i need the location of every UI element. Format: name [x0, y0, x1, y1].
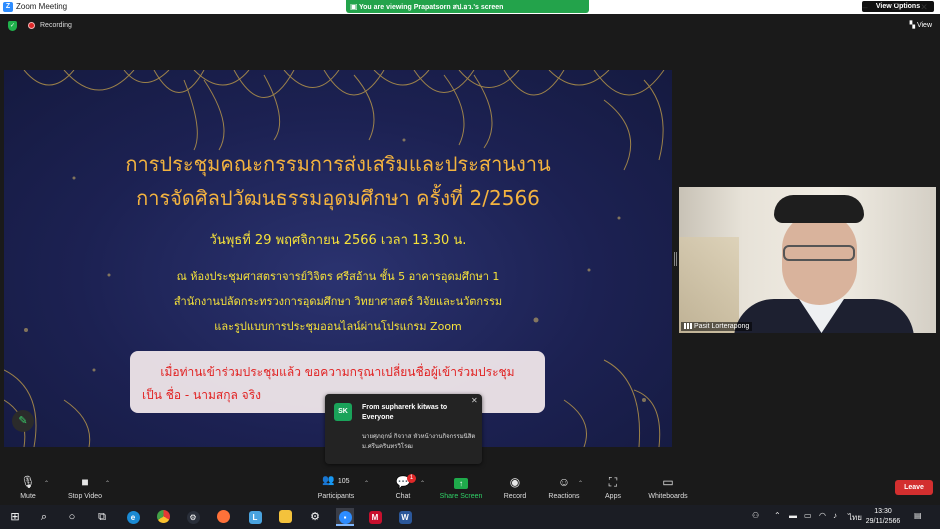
zoom-logo-icon: Z	[3, 2, 13, 12]
chrome-browser-icon[interactable]	[154, 508, 172, 526]
language-indicator[interactable]: ไทย	[848, 511, 862, 524]
word-app-icon[interactable]: W	[396, 508, 414, 526]
video-background-shelf	[679, 237, 739, 333]
slide-title-line1: การประชุมคณะกรรมการส่งเสริมและประสานงาน	[125, 152, 551, 176]
minimize-button[interactable]: –	[855, 1, 875, 13]
apps-button[interactable]: ⛶ Apps	[600, 470, 626, 504]
security-shield-icon[interactable]: ✓	[8, 21, 17, 31]
tray-overflow-chevron-icon[interactable]: ⌃	[774, 511, 781, 520]
network-icon[interactable]: ▭	[804, 511, 812, 520]
slide-place-line2: สำนักงานปลัดกระทรวงการอุดมศึกษา วิทยาศาส…	[173, 295, 503, 308]
chat-notification[interactable]: SK From supharerk kitwas to Everyone นาย…	[325, 394, 482, 464]
taskbar-clock[interactable]: 13:30 29/11/2566	[862, 507, 904, 527]
record-label: Record	[503, 493, 527, 500]
stop-video-button[interactable]: ■ Stop Video	[62, 470, 108, 504]
reactions-button[interactable]: ☺ Reactions	[545, 470, 583, 504]
slide-place-line3: และรูปแบบการประชุมออนไลน์ผ่านโปรแกรม Zoo…	[214, 320, 462, 333]
view-button[interactable]: ▚ View	[910, 21, 932, 29]
chat-options-caret-icon[interactable]: ⌃	[420, 480, 425, 487]
meeting-status-bar: ✓ Recording ▚ View	[0, 14, 940, 38]
reactions-label: Reactions	[548, 493, 580, 500]
mute-label: Mute	[20, 493, 36, 500]
slide-notice-line1: เมื่อท่านเข้าร่วมประชุมแล้ว ขอความกรุณาเ…	[160, 365, 515, 379]
line-app-icon[interactable]: L	[246, 508, 264, 526]
zoom-taskbar-icon[interactable]: ▪	[336, 508, 354, 526]
participants-label: Participants	[317, 493, 355, 500]
view-grid-icon: ▚	[909, 22, 917, 29]
shared-screen: การประชุมคณะกรรมการส่งเสริมและประสานงาน …	[4, 70, 672, 447]
whiteboards-button[interactable]: ▭ Whiteboards	[644, 470, 692, 504]
meeting-toolbar: 🎙 Mute ⌃ ■ Stop Video ⌃ 👥 105 Participant…	[0, 470, 940, 504]
video-camera-icon: ■	[81, 475, 89, 489]
microphone-icon: 🎙	[20, 475, 36, 489]
firefox-browser-icon[interactable]	[214, 508, 232, 526]
video-options-caret-icon[interactable]: ⌃	[105, 480, 110, 487]
maximize-button[interactable]: ❐	[886, 1, 906, 13]
steam-icon[interactable]: ⚙	[184, 508, 202, 526]
slide-place-line1: ณ ห้องประชุมศาสตราจารย์วิจิตร ศรีสอ้าน ช…	[176, 270, 500, 283]
windows-start-icon[interactable]: ⊞	[6, 508, 24, 526]
participant-video[interactable]: Pasit Lorterapong	[679, 187, 936, 333]
slide-title-line2: การจัดศิลปวัฒนธรรมอุดมศึกษา ครั้งที่ 2/2…	[136, 186, 540, 210]
edge-browser-icon[interactable]: e	[124, 508, 142, 526]
signal-bars-icon	[684, 323, 692, 330]
mute-button[interactable]: 🎙 Mute	[12, 470, 44, 504]
reactions-options-caret-icon[interactable]: ⌃	[578, 480, 583, 487]
share-screen-label: Share Screen	[439, 493, 483, 500]
notifications-icon[interactable]: ▤	[914, 511, 922, 520]
task-view-icon[interactable]: ⧉	[93, 508, 111, 526]
screen-share-banner: ▣ You are viewing Prapatsorn สป.อว.'s sc…	[346, 0, 934, 13]
whiteboard-icon: ▭	[662, 475, 674, 489]
apps-icon: ⛶	[608, 475, 618, 489]
record-button[interactable]: ◉ Record	[500, 470, 530, 504]
clock-date: 29/11/2566	[865, 518, 901, 525]
slide-notice-line2: เป็น ชื่อ - นามสกุล จริง	[142, 388, 261, 402]
record-icon: ◉	[509, 475, 521, 489]
participants-count: 105	[337, 478, 350, 485]
share-screen-icon: ↑	[454, 478, 468, 489]
share-screen-button[interactable]: ↑ Share Screen	[436, 470, 486, 504]
close-icon[interactable]: ✕	[471, 396, 478, 405]
participant-hair	[774, 195, 864, 223]
slide-date-line: วันพุธที่ 29 พฤศจิกายน 2566 เวลา 13.30 น…	[209, 233, 467, 248]
people-icon[interactable]: ⚇	[752, 511, 759, 520]
chat-message-text: นายศุภฤกษ์ กิจวาส หัวหน้างานกิจกรรมนิสิต…	[362, 433, 476, 450]
chat-sender-avatar: SK	[334, 403, 352, 421]
participant-name-tag: Pasit Lorterapong	[681, 322, 753, 331]
view-label: View	[916, 22, 932, 29]
screen-share-icon: ▣	[350, 2, 358, 11]
participants-button[interactable]: 👥 105 Participants	[313, 470, 359, 504]
settings-gear-icon[interactable]: ⚙	[306, 508, 324, 526]
window-title-bar: Z Zoom Meeting ▣ You are viewing Prapats…	[0, 0, 940, 14]
volume-icon[interactable]: ♪	[833, 511, 837, 520]
recording-icon	[28, 22, 35, 29]
window-title: Zoom Meeting	[16, 2, 68, 11]
chat-label: Chat	[395, 493, 411, 500]
apps-label: Apps	[605, 493, 621, 500]
windows-taskbar: ⊞ ⌕ ○ ⧉ e ⚙ L ⚙ ▪ M W ⚇ ⌃ ▬ ▭ ◠ ♪ ไทย 13…	[0, 505, 940, 529]
close-button[interactable]: ✕	[914, 1, 934, 13]
audio-options-caret-icon[interactable]: ⌃	[44, 480, 49, 487]
clock-time: 13:30	[874, 508, 892, 515]
participants-icon: 👥 105	[322, 475, 350, 486]
participant-name: Pasit Lorterapong	[694, 323, 750, 330]
leave-button[interactable]: Leave	[895, 480, 933, 495]
chat-unread-badge: 1	[407, 474, 416, 483]
recording-label: Recording	[40, 22, 72, 29]
participants-options-caret-icon[interactable]: ⌃	[364, 480, 369, 487]
mcafee-shield-icon[interactable]: M	[366, 508, 384, 526]
participant-glasses	[783, 245, 855, 261]
cortana-icon[interactable]: ○	[63, 508, 81, 526]
wifi-icon[interactable]: ◠	[819, 511, 826, 520]
search-icon[interactable]: ⌕	[35, 508, 53, 526]
annotate-pen-icon[interactable]: ✎	[12, 410, 34, 432]
whiteboards-label: Whiteboards	[648, 493, 688, 500]
chat-from-line: From supharerk kitwas to Everyone	[362, 404, 448, 421]
stop-video-label: Stop Video	[67, 493, 103, 500]
panel-resize-handle[interactable]	[674, 252, 677, 266]
file-explorer-icon[interactable]	[276, 508, 294, 526]
battery-icon[interactable]: ▬	[789, 511, 797, 520]
screen-share-banner-text: You are viewing Prapatsorn สป.อว.'s scre…	[359, 4, 504, 11]
